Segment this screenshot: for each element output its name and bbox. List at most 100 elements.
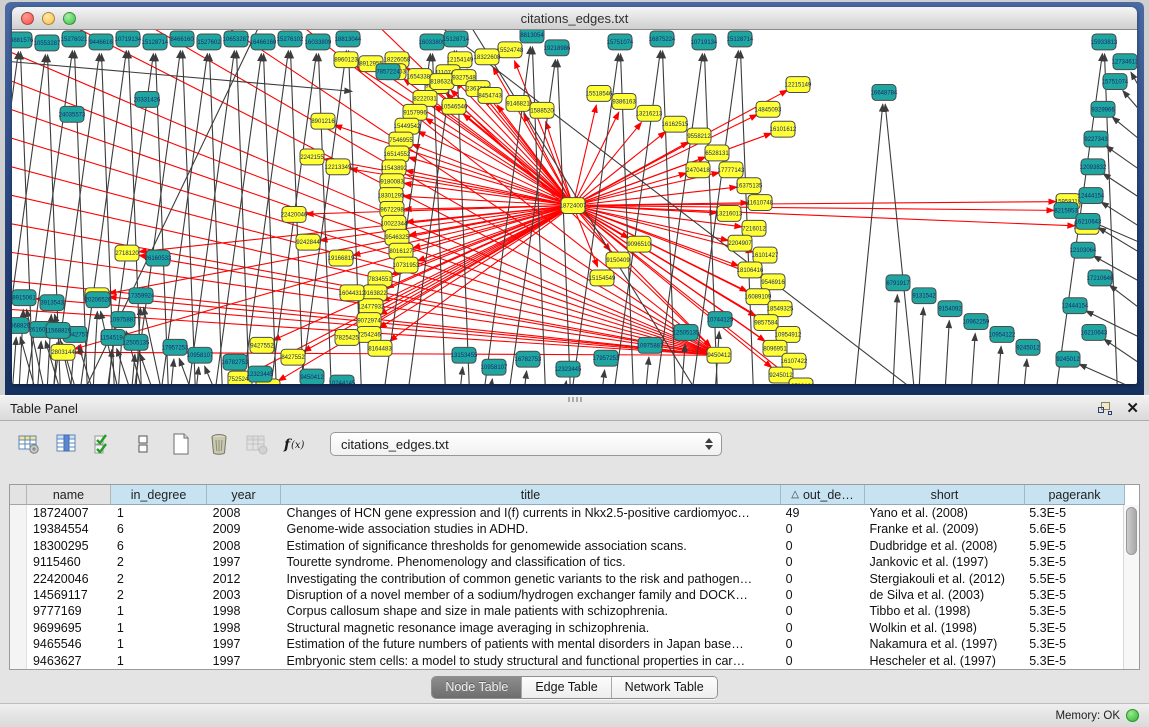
cell-name[interactable]: 18724007 bbox=[27, 505, 111, 521]
cell-year[interactable]: 2012 bbox=[207, 571, 281, 587]
cell-pagerank[interactable]: 5.3E-5 bbox=[1023, 653, 1123, 669]
memory-indicator-dot[interactable] bbox=[1126, 709, 1139, 722]
cell-title[interactable]: Corpus callosum shape and size in male p… bbox=[281, 603, 780, 619]
graph-node[interactable]: 18106416 bbox=[737, 262, 764, 278]
graph-node[interactable]: 9131542 bbox=[912, 288, 936, 304]
float-panel-icon[interactable] bbox=[1098, 402, 1112, 415]
graph-node[interactable]: 8186328 bbox=[430, 74, 454, 90]
cell-gutter[interactable] bbox=[10, 587, 27, 603]
cell-title[interactable]: Genome-wide association studies in ADHD. bbox=[281, 521, 780, 537]
cell-in_degree[interactable]: 1 bbox=[111, 603, 207, 619]
graph-node[interactable]: 12215149 bbox=[785, 77, 812, 93]
table-row[interactable]: 1872400712008Changes of HCN gene express… bbox=[10, 505, 1123, 521]
cell-short[interactable]: Yano et al. (2008) bbox=[863, 505, 1023, 521]
cell-name[interactable]: 9463627 bbox=[27, 653, 111, 669]
table-row[interactable]: 2242004622012Investigating the contribut… bbox=[10, 571, 1123, 587]
graph-node[interactable]: 10739122 bbox=[788, 378, 815, 384]
graph-node[interactable]: 10553287 bbox=[34, 35, 61, 51]
column-header-short[interactable]: short bbox=[865, 485, 1025, 505]
citation-network-graph[interactable]: 1872400712154149111074279850341822203191… bbox=[12, 30, 1137, 384]
cell-short[interactable]: Stergiakouli et al. (2012) bbox=[863, 571, 1023, 587]
select-all-icon[interactable] bbox=[92, 431, 118, 457]
graph-node[interactable]: 16782753 bbox=[515, 351, 542, 367]
function-builder-icon[interactable]: f(x) bbox=[282, 431, 308, 457]
cell-gutter[interactable] bbox=[10, 603, 27, 619]
cell-gutter[interactable] bbox=[10, 521, 27, 537]
graph-node[interactable]: 9857584 bbox=[754, 315, 778, 331]
cell-name[interactable]: 22420046 bbox=[27, 571, 111, 587]
graph-node[interactable]: 23881576 bbox=[12, 32, 34, 48]
graph-node[interactable]: 9546916 bbox=[761, 274, 785, 290]
graph-node[interactable]: 10962259 bbox=[963, 314, 990, 330]
graph-node[interactable]: 16210643 bbox=[1075, 213, 1102, 229]
graph-node[interactable]: 10653287 bbox=[223, 31, 250, 47]
column-header-title[interactable]: title bbox=[281, 485, 781, 505]
cell-pagerank[interactable]: 5.3E-5 bbox=[1023, 505, 1123, 521]
graph-node[interactable]: 10731953 bbox=[393, 257, 420, 273]
column-header-in_degree[interactable]: in_degree bbox=[111, 485, 207, 505]
cell-pagerank[interactable]: 5.3E-5 bbox=[1023, 554, 1123, 570]
cell-gutter[interactable] bbox=[10, 538, 27, 554]
graph-node[interactable]: 8427552 bbox=[281, 349, 305, 365]
graph-node[interactable]: 2803144 bbox=[51, 344, 75, 360]
graph-node[interactable]: 19166819 bbox=[328, 250, 355, 266]
rows-icon[interactable] bbox=[130, 431, 156, 457]
cell-gutter[interactable] bbox=[10, 571, 27, 587]
cell-in_degree[interactable]: 2 bbox=[111, 571, 207, 587]
cell-year[interactable]: 1997 bbox=[207, 636, 281, 652]
graph-node[interactable]: 9154092 bbox=[938, 301, 962, 317]
graph-node[interactable]: 9227343 bbox=[1084, 131, 1108, 147]
cell-year[interactable]: 1998 bbox=[207, 620, 281, 636]
graph-node[interactable]: 17359924 bbox=[128, 288, 155, 304]
cell-short[interactable]: Franke et al. (2009) bbox=[863, 521, 1023, 537]
column-header-out_degree[interactable]: △out_de… bbox=[781, 485, 865, 505]
table-row[interactable]: 1456911722003Disruption of a novel membe… bbox=[10, 587, 1123, 603]
graph-node[interactable]: 16101427 bbox=[752, 247, 779, 263]
graph-node[interactable]: 12444154 bbox=[1078, 188, 1105, 204]
cell-out_degree[interactable]: 0 bbox=[780, 603, 864, 619]
graph-node[interactable]: 8960123 bbox=[334, 52, 358, 68]
close-panel-icon[interactable]: ✕ bbox=[1126, 402, 1139, 415]
graph-node[interactable]: 17957253 bbox=[162, 339, 189, 355]
graph-node[interactable]: 9427552 bbox=[250, 337, 274, 353]
cell-in_degree[interactable]: 6 bbox=[111, 521, 207, 537]
cell-title[interactable]: Changes of HCN gene expression and I(f) … bbox=[281, 505, 780, 521]
cell-in_degree[interactable]: 1 bbox=[111, 653, 207, 669]
cell-title[interactable]: Structural magnetic resonance image aver… bbox=[281, 620, 780, 636]
graph-node[interactable]: 7216012 bbox=[742, 220, 766, 236]
cell-title[interactable]: Estimation of significance thresholds fo… bbox=[281, 538, 780, 554]
cell-out_degree[interactable]: 0 bbox=[780, 620, 864, 636]
table-settings-icon[interactable] bbox=[16, 431, 42, 457]
graph-node[interactable]: 13153455 bbox=[451, 347, 478, 363]
cell-pagerank[interactable]: 5.3E-5 bbox=[1023, 636, 1123, 652]
graph-node[interactable]: 15518546 bbox=[586, 86, 613, 102]
cell-pagerank[interactable]: 5.3E-5 bbox=[1023, 587, 1123, 603]
graph-node[interactable]: 11568829 bbox=[45, 323, 72, 339]
graph-node[interactable]: 12103064 bbox=[1070, 242, 1097, 258]
graph-node[interactable]: 2470418 bbox=[686, 162, 710, 178]
graph-node[interactable]: 11610748 bbox=[747, 195, 774, 211]
show-columns-icon[interactable] bbox=[54, 431, 80, 457]
graph-node[interactable]: 12323445 bbox=[555, 361, 582, 377]
cell-short[interactable]: Dudbridge et al. (2008) bbox=[863, 538, 1023, 554]
cell-name[interactable]: 19384554 bbox=[27, 521, 111, 537]
graph-node[interactable]: 15128714 bbox=[142, 34, 169, 50]
table-row[interactable]: 946362711997Embryonic stem cells: a mode… bbox=[10, 653, 1123, 669]
cell-title[interactable]: Tourette syndrome. Phenomenology and cla… bbox=[281, 554, 780, 570]
minimize-window-button[interactable] bbox=[42, 12, 55, 25]
table-row[interactable]: 1830029562008Estimation of significance … bbox=[10, 538, 1123, 554]
graph-node[interactable]: 13216013 bbox=[716, 206, 743, 222]
graph-node[interactable]: 16162515 bbox=[662, 116, 689, 132]
graph-node[interactable]: 9329966 bbox=[1091, 101, 1115, 117]
table-row[interactable]: 969969511998Structural magnetic resonanc… bbox=[10, 620, 1123, 636]
cell-in_degree[interactable]: 2 bbox=[111, 554, 207, 570]
graph-node[interactable]: 15524748 bbox=[497, 42, 524, 58]
column-header-name[interactable]: name bbox=[27, 485, 111, 505]
cell-pagerank[interactable]: 5.9E-5 bbox=[1023, 538, 1123, 554]
cell-name[interactable]: 9465546 bbox=[27, 636, 111, 652]
cell-title[interactable]: Disruption of a novel member of a sodium… bbox=[281, 587, 780, 603]
graph-node[interactable]: 15751074 bbox=[607, 34, 634, 50]
graph-node[interactable]: 26160533 bbox=[145, 250, 172, 266]
graph-node[interactable]: 16101612 bbox=[770, 121, 797, 137]
network-table-select[interactable]: citations_edges.txt bbox=[330, 432, 722, 456]
